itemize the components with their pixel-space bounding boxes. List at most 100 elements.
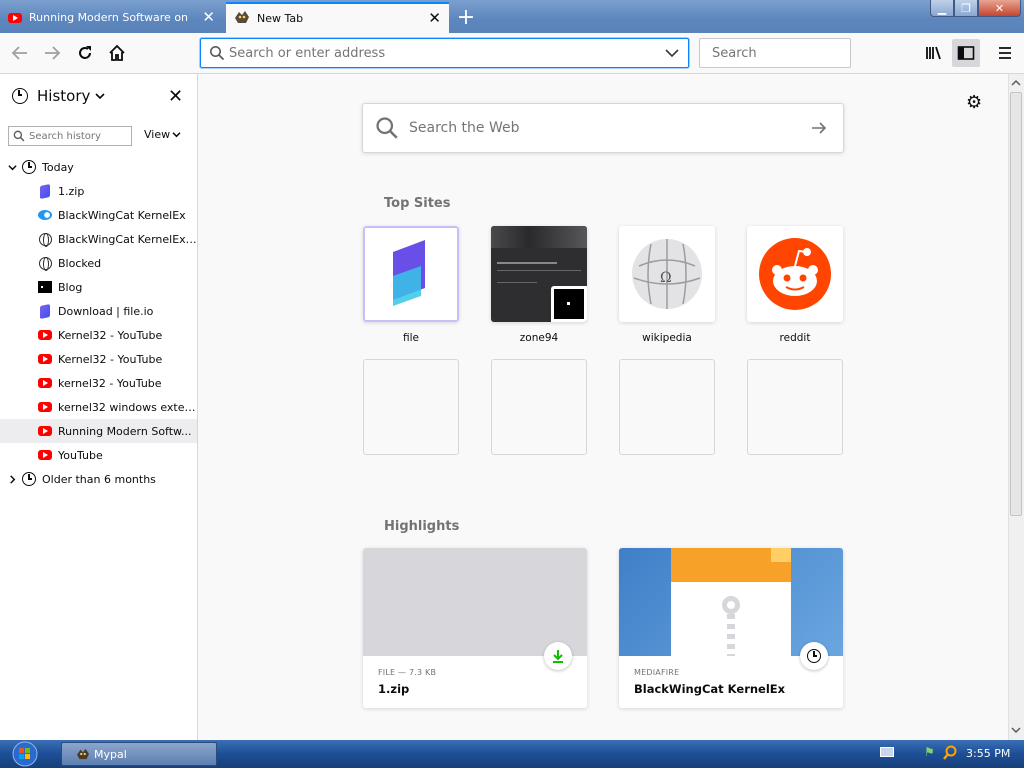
keyboard-icon[interactable] — [880, 747, 894, 757]
history-item[interactable]: Blog — [0, 275, 197, 299]
top-site-label: reddit — [779, 332, 811, 344]
empty-top-site-slot[interactable] — [747, 359, 843, 455]
history-item[interactable]: Kernel32 - YouTube — [0, 323, 197, 347]
search-tray-icon[interactable] — [942, 745, 958, 761]
history-item[interactable]: YouTube — [0, 443, 197, 467]
library-button[interactable] — [920, 39, 948, 67]
empty-top-site-slot[interactable] — [363, 359, 459, 455]
back-arrow-icon — [11, 46, 27, 60]
history-item[interactable]: 1.zip — [0, 179, 197, 203]
history-item-label: Blog — [58, 280, 83, 294]
url-input[interactable] — [229, 45, 665, 61]
top-site-wikipedia[interactable]: Ω — [619, 226, 715, 322]
history-item-label: Running Modern Softw... — [58, 424, 192, 438]
youtube-icon — [38, 378, 52, 388]
new-tab-button[interactable]: + — [452, 3, 480, 31]
file-io-icon — [40, 303, 50, 319]
history-item[interactable]: kernel32 - YouTube — [0, 371, 197, 395]
highlight-title: 1.zip — [378, 682, 410, 696]
home-button[interactable] — [103, 39, 131, 67]
file-io-icon — [40, 183, 50, 199]
address-bar[interactable] — [200, 38, 689, 68]
youtube-icon — [38, 354, 52, 364]
sidebar-header[interactable]: History — [12, 87, 105, 105]
forward-button[interactable] — [38, 39, 66, 67]
web-search-box[interactable] — [362, 103, 844, 153]
home-icon — [109, 44, 125, 61]
maximize-button[interactable]: ❐ — [954, 0, 978, 17]
history-item[interactable]: BlackWingCat KernelEx.iso — [0, 227, 197, 251]
download-icon — [544, 642, 572, 670]
arrow-right-icon[interactable] — [810, 120, 828, 136]
forward-arrow-icon — [45, 46, 61, 60]
top-site-reddit[interactable] — [747, 226, 843, 322]
globe-icon — [38, 232, 52, 247]
history-search-box[interactable] — [8, 126, 132, 146]
network-icon[interactable]: ⚑ — [924, 745, 938, 759]
search-input[interactable] — [712, 45, 882, 61]
history-sidebar: History ✕ View Today 1.zip BlackWingCat … — [0, 74, 198, 740]
tab-new-tab[interactable]: New Tab ✕ — [226, 2, 449, 33]
wikipedia-icon: Ω — [632, 239, 702, 309]
tab-title: Running Modern Software on — [29, 11, 189, 24]
scrollbar-thumb[interactable] — [1010, 92, 1022, 516]
sidebar-toggle-button[interactable] — [952, 39, 980, 67]
highlight-card-blackwingcat[interactable]: MEDIAFIRE BlackWingCat KernelEx — [619, 548, 843, 708]
highlight-card-1zip[interactable]: FILE — 7.3 KB 1.zip — [363, 548, 587, 708]
scroll-up-arrow-icon — [1011, 80, 1021, 86]
minimize-button[interactable]: ▁ — [930, 0, 954, 17]
history-search-input[interactable] — [29, 130, 127, 142]
history-group-older[interactable]: Older than 6 months — [0, 467, 197, 491]
system-clock[interactable]: 3:55 PM — [966, 747, 1010, 760]
mypal-icon — [77, 748, 89, 760]
top-site-file[interactable] — [363, 226, 459, 322]
group-label: Older than 6 months — [42, 472, 156, 486]
close-tab-icon[interactable]: ✕ — [428, 11, 441, 26]
highlight-thumbnail — [619, 548, 843, 656]
blackwingcat-icon — [38, 210, 52, 220]
history-item[interactable]: kernel32 windows extent... — [0, 395, 197, 419]
empty-top-site-slot[interactable] — [619, 359, 715, 455]
view-menu-button[interactable]: View — [144, 128, 181, 141]
web-search-input[interactable] — [409, 120, 810, 136]
chevron-right-icon — [10, 474, 16, 484]
history-item[interactable]: BlackWingCat KernelEx — [0, 203, 197, 227]
view-label: View — [144, 128, 171, 141]
history-item[interactable]: Blocked — [0, 251, 197, 275]
empty-top-site-slot[interactable] — [491, 359, 587, 455]
start-button[interactable] — [6, 740, 44, 768]
clock-icon — [22, 472, 36, 486]
history-item-label: BlackWingCat KernelEx.iso — [58, 232, 197, 246]
gear-icon[interactable]: ⚙ — [966, 92, 982, 113]
history-item-label: 1.zip — [58, 184, 85, 198]
history-item[interactable]: Kernel32 - YouTube — [0, 347, 197, 371]
window-close-button[interactable]: ✕ — [978, 0, 1021, 17]
back-button[interactable] — [6, 39, 34, 67]
history-item-label: Download | file.io — [58, 304, 154, 318]
tab-running-modern-software[interactable]: Running Modern Software on ✕ — [0, 2, 223, 33]
reddit-icon — [759, 238, 831, 310]
menu-button[interactable] — [991, 39, 1019, 67]
youtube-icon — [38, 330, 52, 340]
history-item-label: BlackWingCat KernelEx — [58, 208, 186, 222]
search-bar[interactable] — [699, 38, 882, 68]
sidebar-icon — [957, 46, 975, 60]
history-clock-icon — [12, 88, 28, 104]
history-item-label: Blocked — [58, 256, 102, 270]
group-label: Today — [42, 160, 74, 174]
chevron-down-icon[interactable] — [665, 48, 679, 58]
close-tab-icon[interactable]: ✕ — [202, 10, 215, 25]
history-group-today[interactable]: Today — [0, 155, 197, 179]
sidebar-close-button[interactable]: ✕ — [168, 86, 183, 107]
top-site-label: zone94 — [519, 332, 559, 344]
reload-button[interactable] — [71, 39, 99, 67]
history-item[interactable]: Download | file.io — [0, 299, 197, 323]
taskbar-app-mypal[interactable]: Mypal — [61, 742, 217, 766]
scroll-down-arrow-icon — [1011, 727, 1021, 733]
top-site-zone94[interactable] — [491, 226, 587, 322]
history-item-label: kernel32 windows extent... — [58, 400, 197, 414]
mypal-icon — [234, 10, 250, 27]
history-item-selected[interactable]: Running Modern Softw... — [0, 419, 197, 443]
chevron-down-icon — [8, 164, 17, 170]
youtube-icon — [38, 402, 52, 412]
